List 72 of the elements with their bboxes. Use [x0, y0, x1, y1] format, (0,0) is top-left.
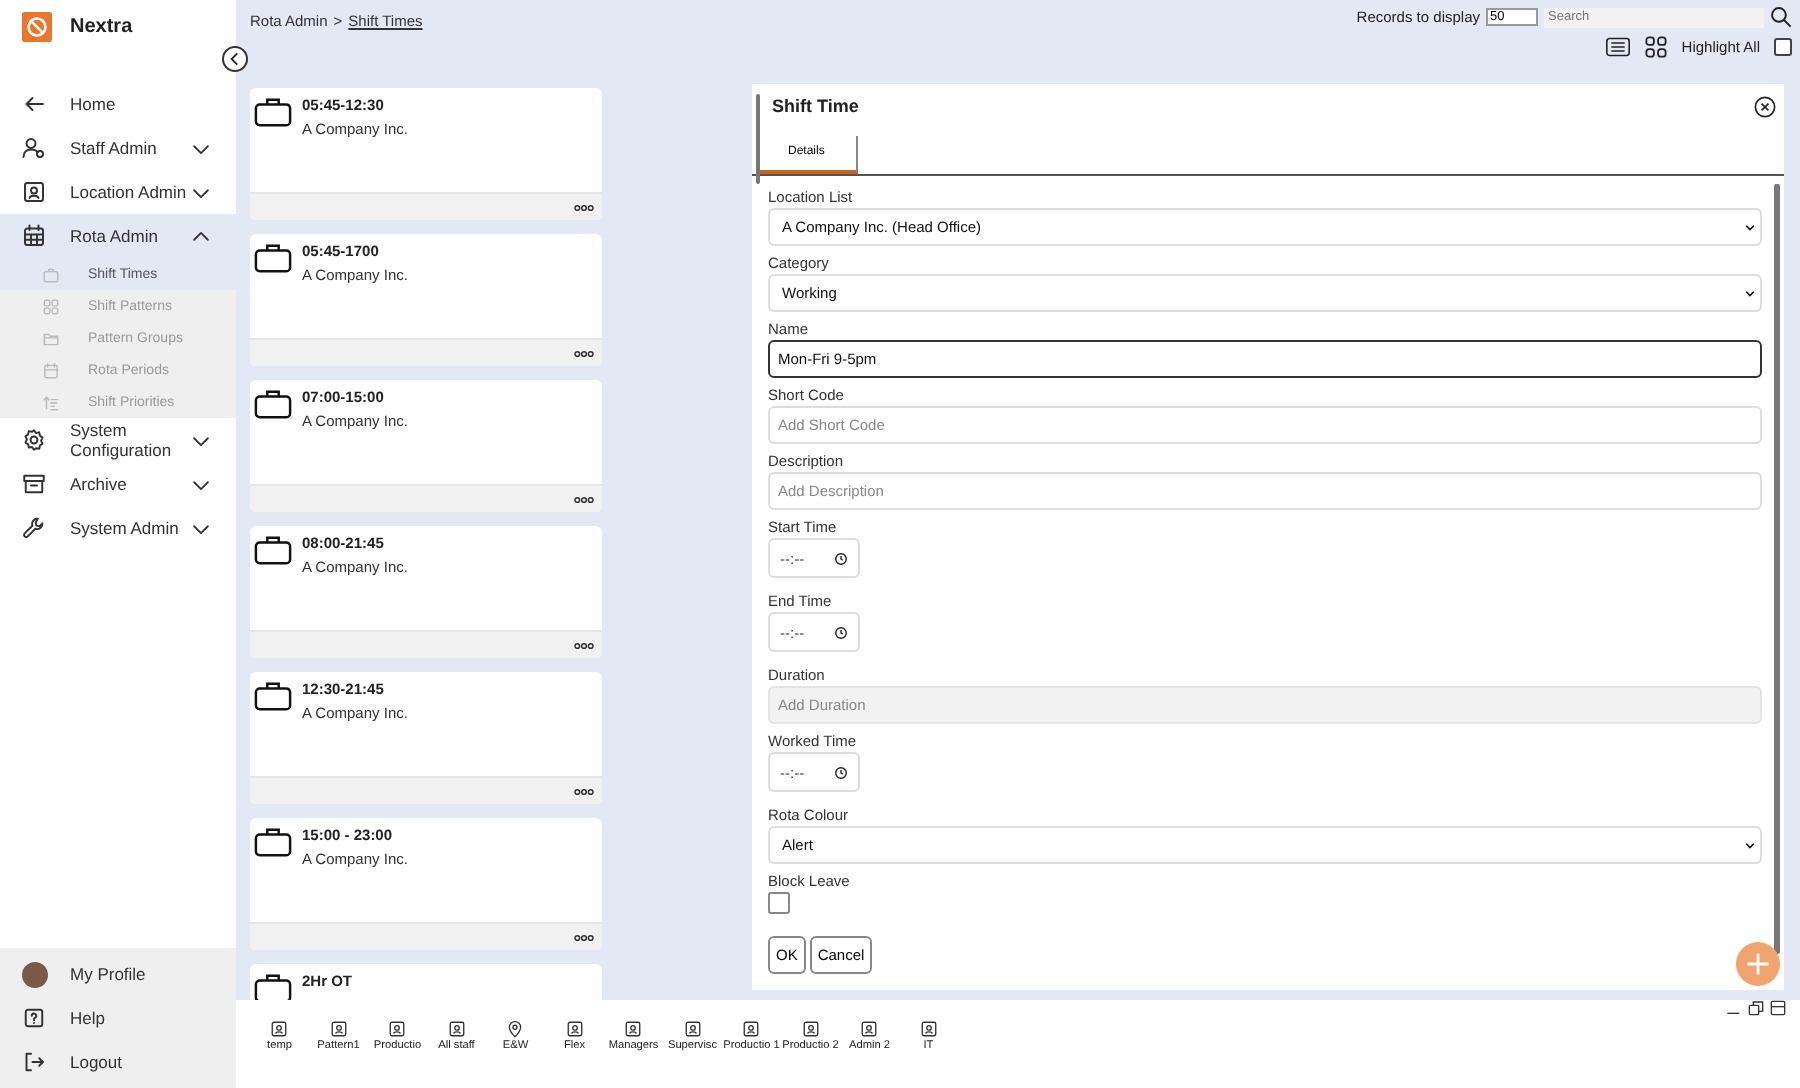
wrench-icon: [22, 516, 46, 540]
nav-item[interactable]: Archive: [0, 462, 236, 506]
more-icon[interactable]: [574, 495, 594, 503]
user-card-icon: [683, 1020, 702, 1038]
app-name: Nextra: [70, 15, 133, 37]
maximize-icon[interactable]: [1770, 1000, 1786, 1016]
calendar-icon: [22, 224, 46, 248]
grid-view-icon[interactable]: [1643, 36, 1668, 58]
search-icon[interactable]: [1770, 6, 1792, 28]
help-icon: [22, 1006, 46, 1030]
folder-icon: [42, 329, 60, 347]
archive-box-icon: [22, 472, 46, 496]
nav-item[interactable]: Staff Admin: [0, 126, 236, 170]
nav-item[interactable]: System Admin: [0, 506, 236, 550]
grid-icon: [42, 297, 60, 315]
gear-icon: [22, 428, 46, 452]
clock-icon: [834, 765, 848, 779]
location-pin-icon: [506, 1020, 525, 1038]
chevron-down-icon: [1744, 839, 1756, 851]
plus-icon: [1744, 950, 1772, 978]
close-icon[interactable]: [1754, 96, 1776, 118]
logo-icon: [22, 11, 52, 41]
sort-icon: [42, 393, 60, 411]
nav-item[interactable]: Home: [0, 82, 236, 126]
nav-item[interactable]: Rota Admin: [0, 214, 236, 258]
user-card-icon: [329, 1020, 348, 1038]
scrollbar[interactable]: [756, 94, 760, 184]
nav-item[interactable]: Logout: [0, 1040, 236, 1084]
briefcase-icon: [254, 242, 292, 274]
briefcase-icon: [254, 680, 292, 712]
user-card-icon: [801, 1020, 820, 1038]
user-card-icon: [565, 1020, 584, 1038]
chevron-down-icon: [1744, 287, 1756, 299]
nav-item[interactable]: Location Admin: [0, 170, 236, 214]
more-icon[interactable]: [574, 787, 594, 795]
highlight-all-checkbox[interactable]: [1774, 38, 1792, 56]
id-card-icon: [22, 180, 46, 204]
user-card-icon: [270, 1020, 289, 1038]
scrollbar[interactable]: [1774, 184, 1780, 954]
nav-item[interactable]: System Configuration: [0, 418, 236, 462]
user-card-icon: [447, 1020, 466, 1038]
briefcase-icon: [254, 96, 292, 128]
avatar-icon: [22, 961, 48, 987]
briefcase-icon: [254, 388, 292, 420]
clock-icon: [834, 625, 848, 639]
user-card-icon: [624, 1020, 643, 1038]
briefcase-icon: [254, 826, 292, 858]
calendar-icon: [42, 361, 60, 379]
clock-icon: [834, 551, 848, 565]
arrow-left-icon: [22, 92, 46, 116]
checkbox[interactable]: [768, 892, 790, 914]
user-card-icon: [919, 1020, 938, 1038]
nav-item[interactable]: My Profile: [0, 952, 236, 996]
logout-icon: [22, 1050, 46, 1074]
more-icon[interactable]: [574, 641, 594, 649]
nav-item[interactable]: Help: [0, 996, 236, 1040]
user-gear-icon: [22, 136, 46, 160]
briefcase-icon: [254, 972, 292, 1000]
add-button[interactable]: [1736, 942, 1780, 986]
more-icon[interactable]: [574, 933, 594, 941]
more-icon[interactable]: [574, 203, 594, 211]
restore-icon[interactable]: [1748, 1000, 1764, 1016]
user-card-icon: [388, 1020, 407, 1038]
user-card-icon: [742, 1020, 761, 1038]
collapse-sidebar-button[interactable]: [222, 46, 248, 72]
more-icon[interactable]: [574, 349, 594, 357]
user-card-icon: [860, 1020, 879, 1038]
panel-title: Shift Time: [772, 96, 859, 120]
chevron-down-icon: [1744, 221, 1756, 233]
list-view-icon[interactable]: [1605, 36, 1630, 58]
briefcase-icon: [254, 534, 292, 566]
briefcase-icon: [42, 265, 60, 283]
